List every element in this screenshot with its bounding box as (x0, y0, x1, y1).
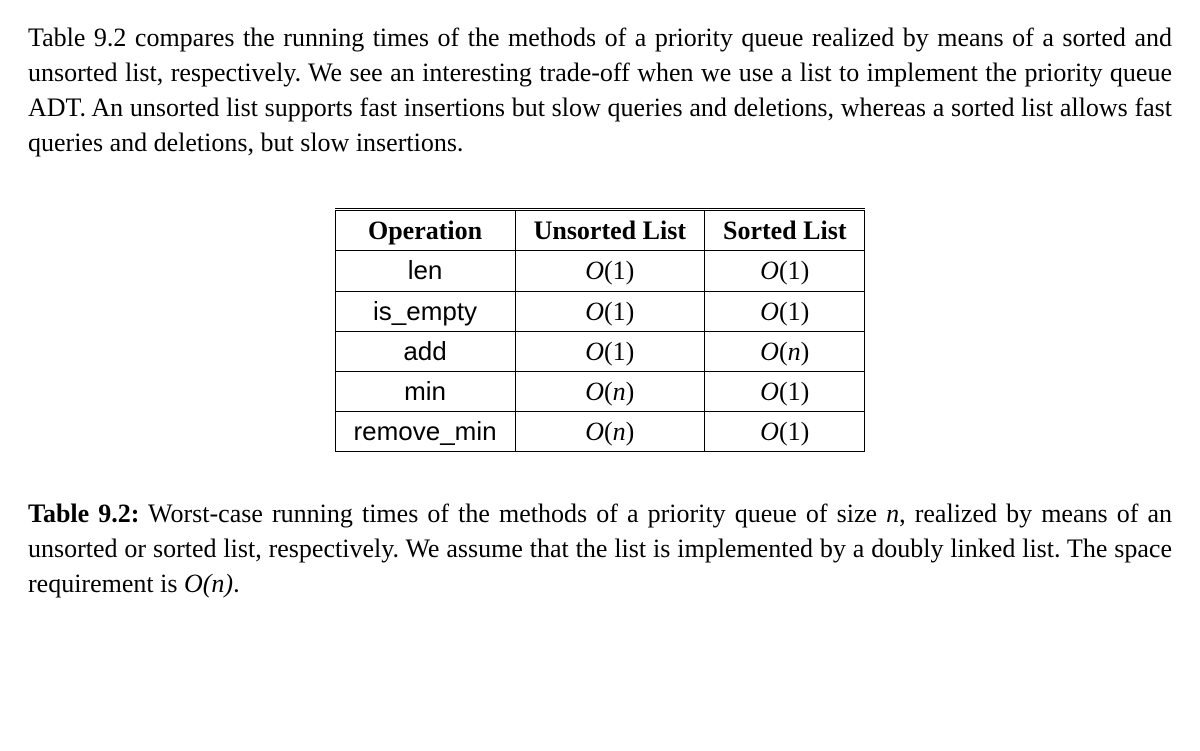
cell-operation: remove_min (335, 411, 515, 451)
col-header-unsorted: Unsorted List (515, 210, 704, 251)
cell-unsorted: O(n) (515, 371, 704, 411)
cell-operation: min (335, 371, 515, 411)
cell-operation: add (335, 331, 515, 371)
table-row: lenO(1)O(1) (335, 251, 865, 291)
cell-unsorted: O(1) (515, 251, 704, 291)
caption-big-o: O(n) (184, 569, 233, 598)
cell-unsorted: O(1) (515, 331, 704, 371)
table-row: is_emptyO(1)O(1) (335, 291, 865, 331)
cell-unsorted: O(n) (515, 411, 704, 451)
table-body: lenO(1)O(1)is_emptyO(1)O(1)addO(1)O(n)mi… (335, 251, 865, 451)
cell-sorted: O(1) (704, 251, 865, 291)
cell-sorted: O(1) (704, 291, 865, 331)
table-row: minO(n)O(1) (335, 371, 865, 411)
col-header-sorted: Sorted List (704, 210, 865, 251)
table-caption: Table 9.2: Worst-case running times of t… (28, 496, 1172, 601)
table-row: addO(1)O(n) (335, 331, 865, 371)
cell-operation: is_empty (335, 291, 515, 331)
cell-sorted: O(1) (704, 411, 865, 451)
table-container: Operation Unsorted List Sorted List lenO… (28, 208, 1172, 452)
complexity-table: Operation Unsorted List Sorted List lenO… (335, 208, 866, 452)
caption-text-1: Worst-case running times of the methods … (139, 499, 886, 528)
table-row: remove_minO(n)O(1) (335, 411, 865, 451)
caption-label: Table 9.2: (28, 499, 139, 528)
caption-var-n: n (886, 499, 899, 528)
cell-sorted: O(1) (704, 371, 865, 411)
col-header-operation: Operation (335, 210, 515, 251)
cell-sorted: O(n) (704, 331, 865, 371)
intro-paragraph: Table 9.2 compares the running times of … (28, 20, 1172, 160)
cell-unsorted: O(1) (515, 291, 704, 331)
caption-text-3: . (233, 569, 240, 598)
cell-operation: len (335, 251, 515, 291)
